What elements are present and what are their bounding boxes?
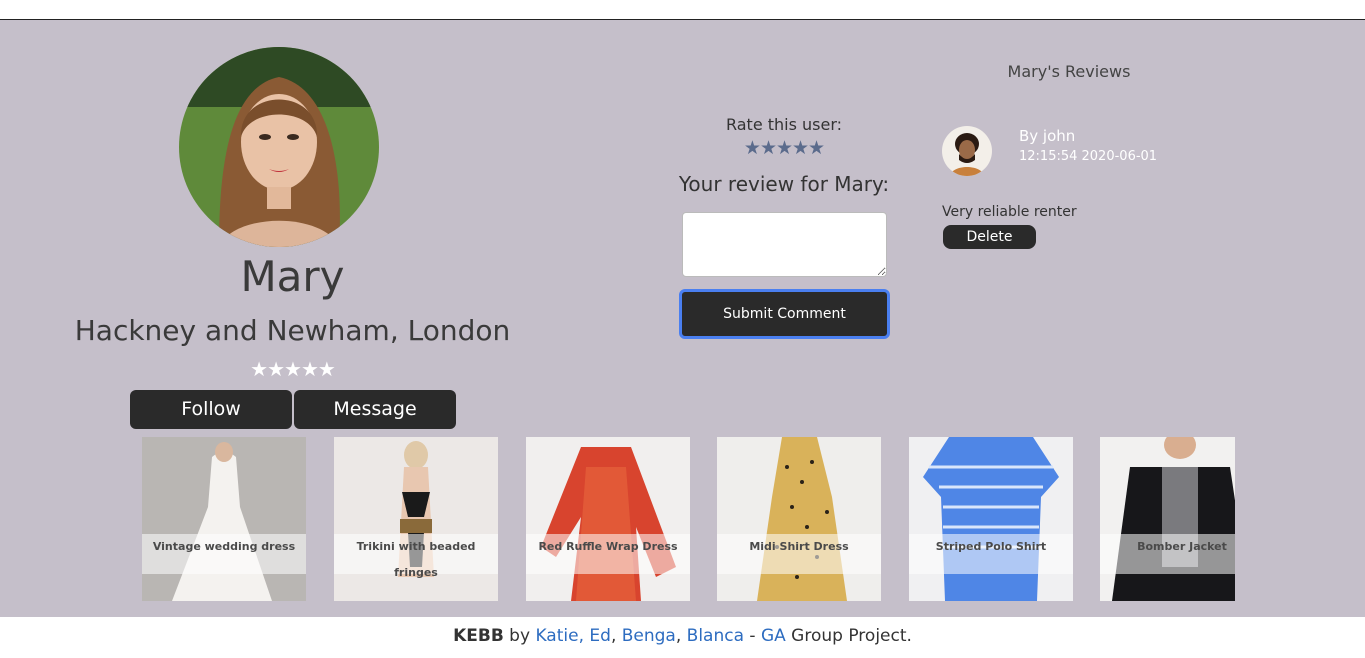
message-button[interactable]: Message [294,390,456,429]
review-author: By john [1019,127,1076,145]
listing-title: Vintage wedding dress [142,534,306,574]
footer-brand: KEBB [453,626,504,646]
listing-title: Striped Polo Shirt [909,534,1073,574]
footer-author-link[interactable]: Ed [589,626,611,646]
top-nav-bar [0,0,1365,20]
listing-title: Bomber Jacket [1100,534,1235,574]
listing-card[interactable]: Bomber Jacket [1100,437,1235,601]
footer-suffix: Group Project. [785,626,912,646]
listing-title: Red Ruffle Wrap Dress [526,534,690,574]
review-textarea[interactable] [682,212,887,277]
rate-user-label: Rate this user: [725,115,843,134]
footer-org-link[interactable]: GA [761,626,786,646]
reviewer-avatar [942,126,992,176]
submit-comment-button[interactable]: Submit Comment [679,289,890,339]
listing-card[interactable]: Striped Polo Shirt [909,437,1073,601]
listing-card[interactable]: Midi Shirt Dress [717,437,881,601]
review-timestamp: 12:15:54 2020-06-01 [1019,149,1158,164]
delete-review-button[interactable]: Delete [943,225,1036,249]
listing-title: Midi Shirt Dress [717,534,881,574]
review-form-title: Your review for Mary: [678,172,890,196]
footer-author-link[interactable]: Katie [535,626,578,646]
footer-separator: , [675,626,687,646]
footer-separator: , [578,626,590,646]
footer-author-link[interactable]: Benga [622,626,676,646]
rate-user-stars[interactable]: ★★★★★ [684,137,884,159]
listing-card[interactable]: Vintage wedding dress [142,437,306,601]
profile-avatar [179,47,379,247]
listing-title: Trikini with beaded fringes [334,534,498,579]
follow-button[interactable]: Follow [130,390,292,429]
profile-rating-stars: ★★★★★ [250,357,336,381]
footer-author-link[interactable]: Blanca [687,626,744,646]
profile-name: Mary [240,252,345,301]
footer-by: by [503,626,536,646]
listings-row: Vintage wedding dress Trikini with beade… [0,437,1235,601]
footer: KEBB by Katie, Ed, Benga, Blanca - GA Gr… [0,626,1365,646]
listing-card[interactable]: Red Ruffle Wrap Dress [526,437,690,601]
listing-card[interactable]: Trikini with beaded fringes [334,437,498,601]
profile-location: Hackney and Newham, London [74,314,511,347]
footer-dash: - [744,626,761,646]
footer-separator: , [610,626,622,646]
review-text: Very reliable renter [942,204,1077,220]
reviews-title: Mary's Reviews [1007,62,1131,81]
